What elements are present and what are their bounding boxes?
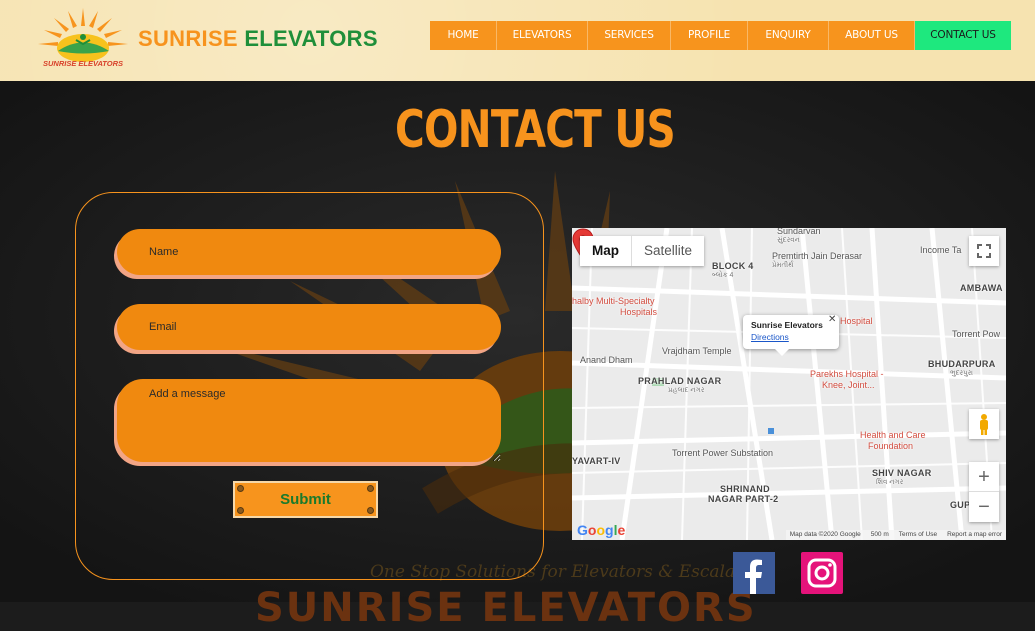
map-label: પ્રહલાદ નગર [668, 387, 705, 394]
sunrise-logo[interactable]: SUNRISE ELEVATORS [32, 4, 134, 72]
nav-services[interactable]: SERVICES [588, 21, 671, 50]
google-logo: Google [577, 522, 626, 538]
message-textarea[interactable] [117, 379, 501, 462]
pegman-icon [980, 414, 988, 435]
map-type-toggle: Map Satellite [580, 236, 705, 266]
map-label: બ્લોક 4 [712, 272, 734, 279]
map-label: Knee, Joint... [822, 380, 875, 390]
map-label: Foundation [868, 441, 914, 451]
facebook-button[interactable] [733, 552, 775, 594]
terms-link[interactable]: Terms of Use [899, 530, 937, 540]
map-label: SHRINAND [720, 484, 770, 494]
map-label: Torrent Power Substation [672, 448, 774, 458]
zoom-out-button[interactable]: − [969, 492, 999, 522]
footer-brand: SUNRISE ELEVATORS [255, 585, 757, 631]
map-label: પ્રેમતીર્થ [772, 262, 794, 269]
map-info-window: Sunrise Elevators Directions ✕ [743, 314, 839, 356]
map-label: ભુદરપુરા [950, 370, 974, 377]
close-icon[interactable]: ✕ [828, 314, 836, 325]
map-label: Health and Care [860, 430, 926, 440]
nav-enquiry[interactable]: ENQUIRY [748, 21, 829, 50]
map-label: Hospitals [620, 307, 658, 317]
main-nav: HOME ELEVATORS SERVICES PROFILE ENQUIRY … [430, 21, 1011, 50]
street-view-button[interactable] [969, 409, 999, 439]
instagram-button[interactable] [801, 552, 843, 594]
bolt-icon [237, 485, 244, 492]
map-scale[interactable]: 500 m [871, 530, 889, 540]
map-label: BHUDARPURA [928, 359, 996, 369]
name-input[interactable] [117, 229, 501, 275]
submit-label: Submit [280, 491, 331, 508]
nav-home[interactable]: HOME [430, 21, 497, 50]
instagram-icon [807, 558, 837, 588]
bolt-icon [367, 507, 374, 514]
email-input[interactable] [117, 304, 501, 350]
nav-profile[interactable]: PROFILE [671, 21, 748, 50]
map-label: Income Ta [920, 245, 962, 255]
map-label: સુંદરવન [777, 237, 800, 244]
map-label: NAGAR PART-2 [708, 494, 779, 504]
map-label: Torrent Pow [952, 329, 1001, 339]
nav-contact-us[interactable]: CONTACT US [915, 21, 1011, 50]
map-attribution: Map data ©2020 Google 500 m Terms of Use… [785, 530, 1006, 540]
report-error-link[interactable]: Report a map error [947, 530, 1002, 540]
map-label: SHIV NAGAR [872, 468, 932, 478]
info-title: Sunrise Elevators [751, 320, 823, 330]
nav-elevators[interactable]: ELEVATORS [497, 21, 588, 50]
fullscreen-icon [977, 244, 991, 258]
map-label: Hospital [840, 316, 873, 326]
fullscreen-button[interactable] [969, 236, 999, 266]
brand-name[interactable]: SUNRISE ELEVATORS [138, 26, 378, 52]
map-label: Sundarvan [777, 228, 821, 236]
map-label: PRAHLAD NAGAR [638, 376, 722, 386]
bolt-icon [237, 507, 244, 514]
map-label: BLOCK 4 [712, 261, 754, 271]
map-label: શિવ નગર [876, 479, 904, 486]
page-title: CONTACT US [394, 100, 676, 160]
google-map[interactable]: Sundarvan સુંદરવન Premtirth Jain Derasar… [572, 228, 1006, 540]
map-tab[interactable]: Map [580, 236, 632, 266]
nav-about-us[interactable]: ABOUT US [829, 21, 915, 50]
map-label: Parekhs Hospital - [810, 369, 884, 379]
map-label: YAVART-IV [572, 456, 621, 466]
brand-word-1: SUNRISE [138, 26, 238, 51]
brand-word-2: ELEVATORS [244, 26, 378, 51]
submit-button[interactable]: Submit [233, 481, 378, 518]
facebook-icon [745, 559, 762, 594]
bolt-icon [367, 485, 374, 492]
map-label: Anand Dham [580, 355, 633, 365]
logo-text: SUNRISE ELEVATORS [43, 59, 123, 68]
satellite-tab[interactable]: Satellite [632, 236, 704, 266]
site-header: SUNRISE ELEVATORS SUNRISE ELEVATORS HOME… [0, 0, 1035, 81]
map-data-credit: Map data ©2020 Google [789, 531, 861, 538]
map-label: Premtirth Jain Derasar [772, 251, 863, 261]
zoom-in-button[interactable]: + [969, 462, 999, 492]
zoom-control: + − [969, 462, 999, 522]
map-label: halby Multi-Specialty [572, 296, 655, 306]
map-label: Vrajdham Temple [662, 346, 732, 356]
map-label: AMBAWA [960, 283, 1003, 293]
directions-link[interactable]: Directions [751, 332, 789, 342]
